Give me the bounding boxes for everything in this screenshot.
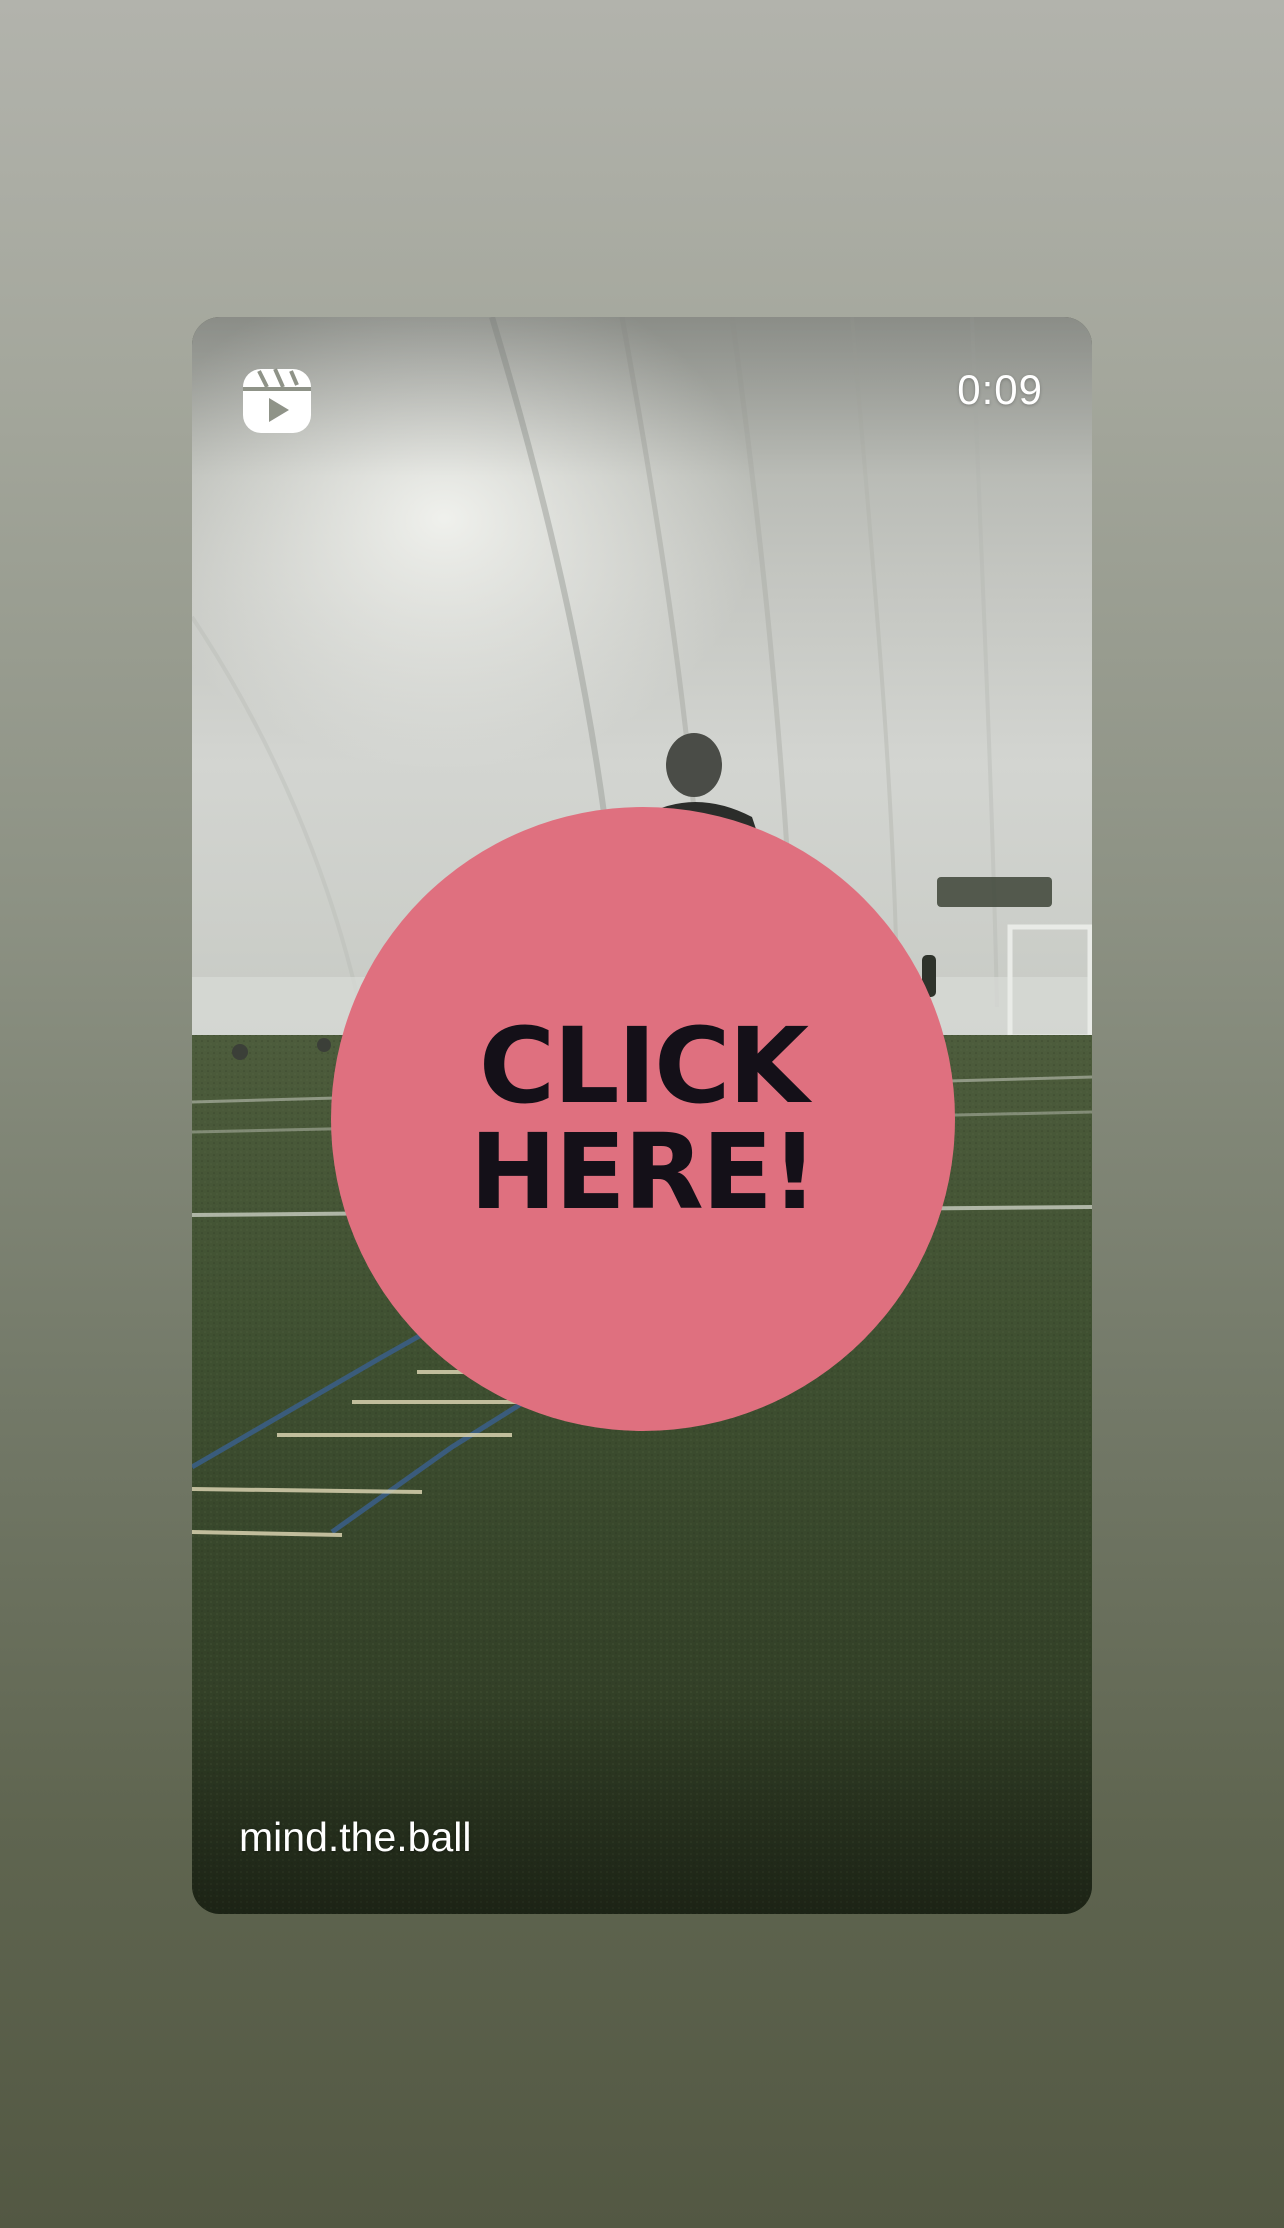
story-preview-card[interactable]: 0:09 CLICK HERE! mind.the.ball — [192, 317, 1092, 1914]
sticker-line-2: HERE! — [469, 1111, 819, 1233]
reels-icon — [241, 365, 313, 437]
sticker-line-1: CLICK — [478, 1005, 809, 1127]
click-here-sticker[interactable]: CLICK HERE! — [331, 807, 955, 1431]
bottom-gradient-overlay — [192, 1694, 1092, 1914]
username-label[interactable]: mind.the.ball — [239, 1812, 471, 1862]
video-duration: 0:09 — [957, 366, 1043, 413]
